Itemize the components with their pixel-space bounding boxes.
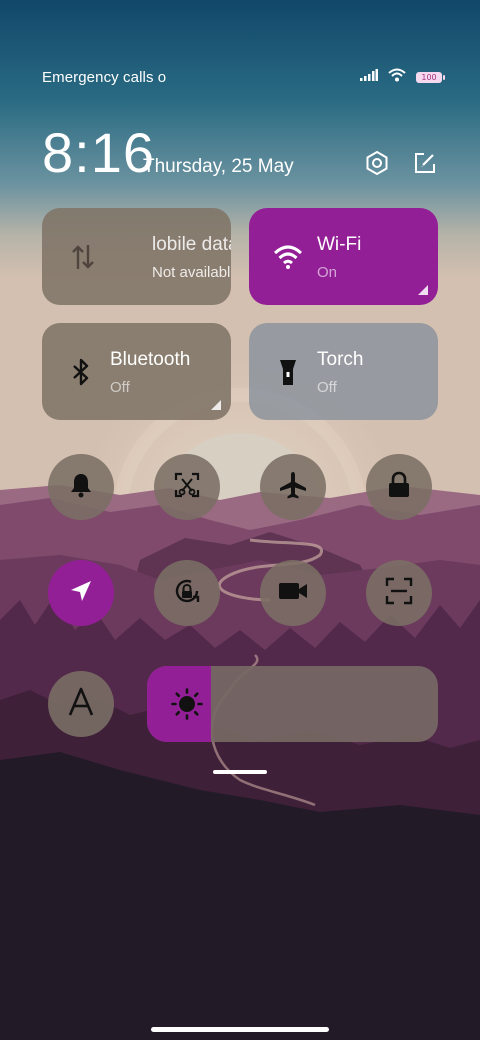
clock: 8:16 — [42, 121, 155, 184]
toggle-sound[interactable] — [48, 454, 114, 520]
airplane-icon — [278, 470, 308, 505]
header: 8:16 Thursday, 25 May — [42, 122, 438, 184]
wifi-expand-icon[interactable] — [418, 285, 428, 295]
wifi-icon — [273, 242, 303, 272]
torch-status: Off — [317, 379, 337, 396]
toggle-auto-brightness[interactable] — [48, 671, 114, 737]
toggle-lock-screen[interactable] — [366, 454, 432, 520]
brightness-slider[interactable] — [147, 666, 438, 742]
toggle-scanner[interactable] — [366, 560, 432, 626]
torch-icon — [273, 357, 303, 387]
carrier-text: Emergency calls o — [42, 68, 166, 86]
toggle-location[interactable] — [48, 560, 114, 626]
bell-icon — [67, 471, 95, 504]
status-icons: 100 — [360, 68, 445, 87]
screenshot-icon — [173, 471, 201, 504]
mobile-data-title: lobile data — [152, 234, 231, 255]
wifi-title: Wi-Fi — [317, 234, 362, 255]
bluetooth-status: Off — [110, 379, 130, 396]
bluetooth-title: Bluetooth — [110, 349, 191, 370]
home-indicator[interactable] — [151, 1027, 329, 1032]
toggle-screenshot[interactable] — [154, 454, 220, 520]
battery-icon: 100 — [416, 71, 445, 83]
toggle-screen-recorder[interactable] — [260, 560, 326, 626]
wifi-icon — [388, 68, 406, 87]
status-bar: Emergency calls o 100 — [42, 66, 445, 88]
control-center-handle[interactable] — [213, 770, 267, 774]
bluetooth-expand-icon[interactable] — [211, 400, 221, 410]
video-camera-icon — [277, 579, 309, 608]
edit-icon[interactable] — [412, 150, 438, 176]
mobile-data-status: Not available — [152, 264, 231, 281]
font-a-icon — [66, 687, 96, 722]
bluetooth-icon — [66, 357, 96, 387]
mobile-data-icon — [68, 242, 98, 272]
toggle-rotation-lock[interactable] — [154, 560, 220, 626]
toggle-airplane-mode[interactable] — [260, 454, 326, 520]
torch-title: Torch — [317, 349, 364, 370]
signal-icon — [360, 68, 378, 86]
wifi-tile[interactable]: Wi-Fi On — [249, 208, 438, 305]
settings-icon[interactable] — [364, 150, 390, 176]
rotation-lock-icon — [171, 575, 203, 612]
torch-tile[interactable]: Torch Off — [249, 323, 438, 420]
date: Thursday, 25 May — [143, 156, 294, 177]
bluetooth-tile[interactable]: Bluetooth Off — [42, 323, 231, 420]
wifi-status: On — [317, 264, 338, 281]
sun-icon — [171, 688, 203, 720]
lock-icon — [386, 471, 412, 504]
location-arrow-icon — [68, 578, 94, 609]
scan-icon — [384, 576, 414, 611]
mobile-data-tile[interactable]: lobile data Not available — [42, 208, 231, 305]
